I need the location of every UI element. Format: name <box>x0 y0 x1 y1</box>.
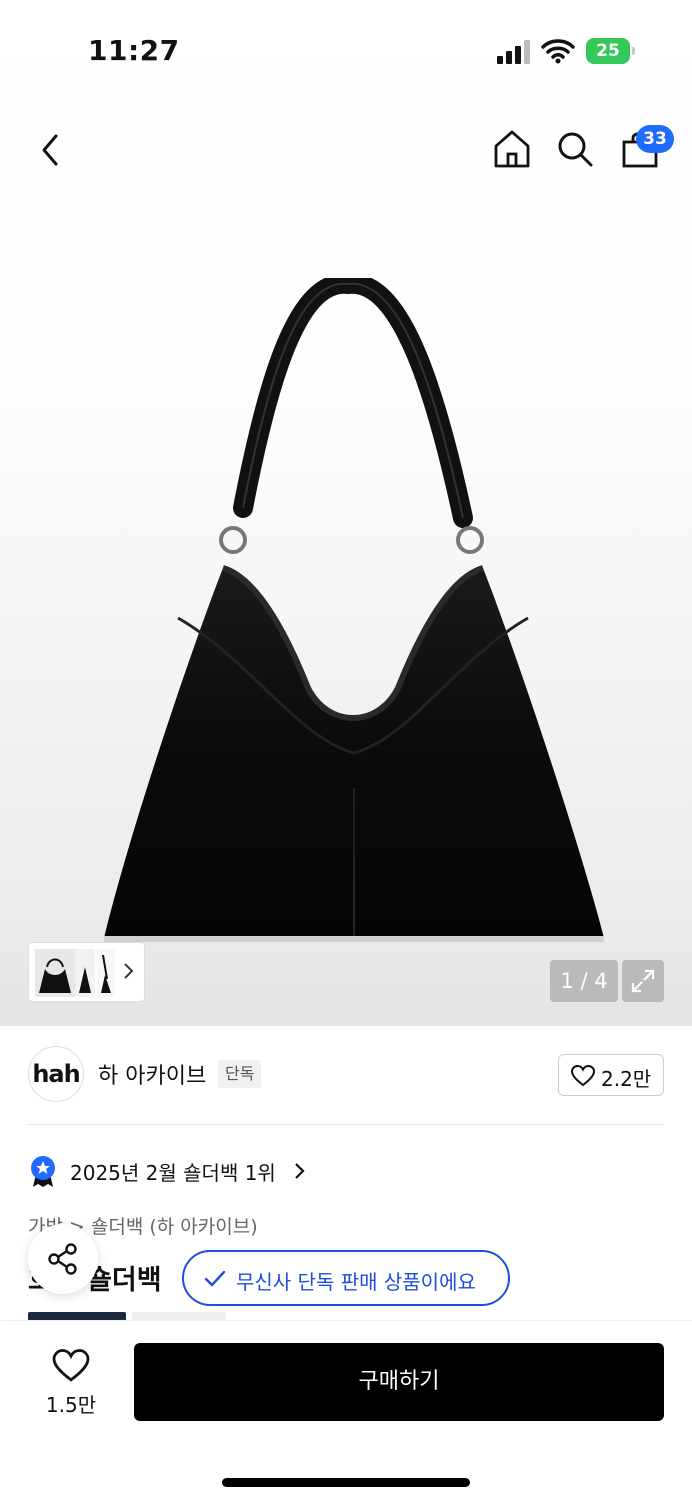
cart-count-badge: 33 <box>636 125 674 153</box>
check-icon <box>204 1270 226 1287</box>
wishlist-count: 1.5만 <box>45 1393 97 1417</box>
wishlist-button[interactable]: 1.5만 <box>34 1345 108 1417</box>
thumbnail-image[interactable] <box>97 949 115 997</box>
exclusive-toast: 무신사 단독 판매 상품이에요 <box>182 1250 510 1306</box>
product-image[interactable] <box>98 278 610 954</box>
search-icon[interactable] <box>556 130 594 168</box>
home-icon[interactable] <box>492 128 532 170</box>
ranking-badge-icon <box>31 1156 55 1187</box>
heart-icon <box>571 1065 595 1087</box>
bottom-bar: 1.5만 구매하기 <box>0 1320 692 1500</box>
brand-logo[interactable]: hah <box>28 1046 84 1102</box>
ranking-text: 2025년 2월 숄더백 1위 <box>70 1161 276 1185</box>
heart-icon <box>52 1349 90 1382</box>
brand-row[interactable]: hah 하 아카이브 단독 2.2만 <box>28 1046 664 1106</box>
home-indicator <box>222 1478 470 1487</box>
back-icon[interactable] <box>34 130 68 170</box>
buy-button[interactable]: 구매하기 <box>134 1343 664 1421</box>
chevron-right-icon[interactable] <box>122 961 136 981</box>
exclusive-toast-text: 무신사 단독 판매 상품이에요 <box>236 1270 476 1294</box>
ranking-link[interactable]: 2025년 2월 숄더백 1위 <box>28 1150 428 1190</box>
expand-icon <box>631 969 655 993</box>
wifi-icon <box>541 39 575 64</box>
thumbnail-image[interactable] <box>35 949 75 997</box>
brand-like-count: 2.2만 <box>601 1067 652 1091</box>
thumbnail-strip[interactable] <box>28 942 145 1002</box>
brand-name[interactable]: 하 아카이브 <box>98 1058 206 1090</box>
product-image-gallery[interactable]: 33 1 / 4 <box>0 0 692 1026</box>
breadcrumb-subcategory[interactable]: 숄더백 (하 아카이브) <box>91 1216 258 1238</box>
divider <box>28 1124 664 1125</box>
battery-icon: 25 <box>586 38 636 64</box>
page-indicator: 1 / 4 <box>550 960 618 1002</box>
status-bar: 11:27 25 <box>0 0 692 100</box>
signal-icon <box>497 40 530 64</box>
share-icon <box>48 1243 77 1275</box>
brand-like-button[interactable]: 2.2만 <box>558 1054 664 1096</box>
expand-button[interactable] <box>622 960 664 1002</box>
exclusive-badge: 단독 <box>218 1060 262 1088</box>
share-button[interactable] <box>28 1224 98 1294</box>
status-time: 11:27 <box>88 34 180 67</box>
thumbnail-image[interactable] <box>75 949 95 997</box>
chevron-right-icon <box>295 1163 305 1179</box>
